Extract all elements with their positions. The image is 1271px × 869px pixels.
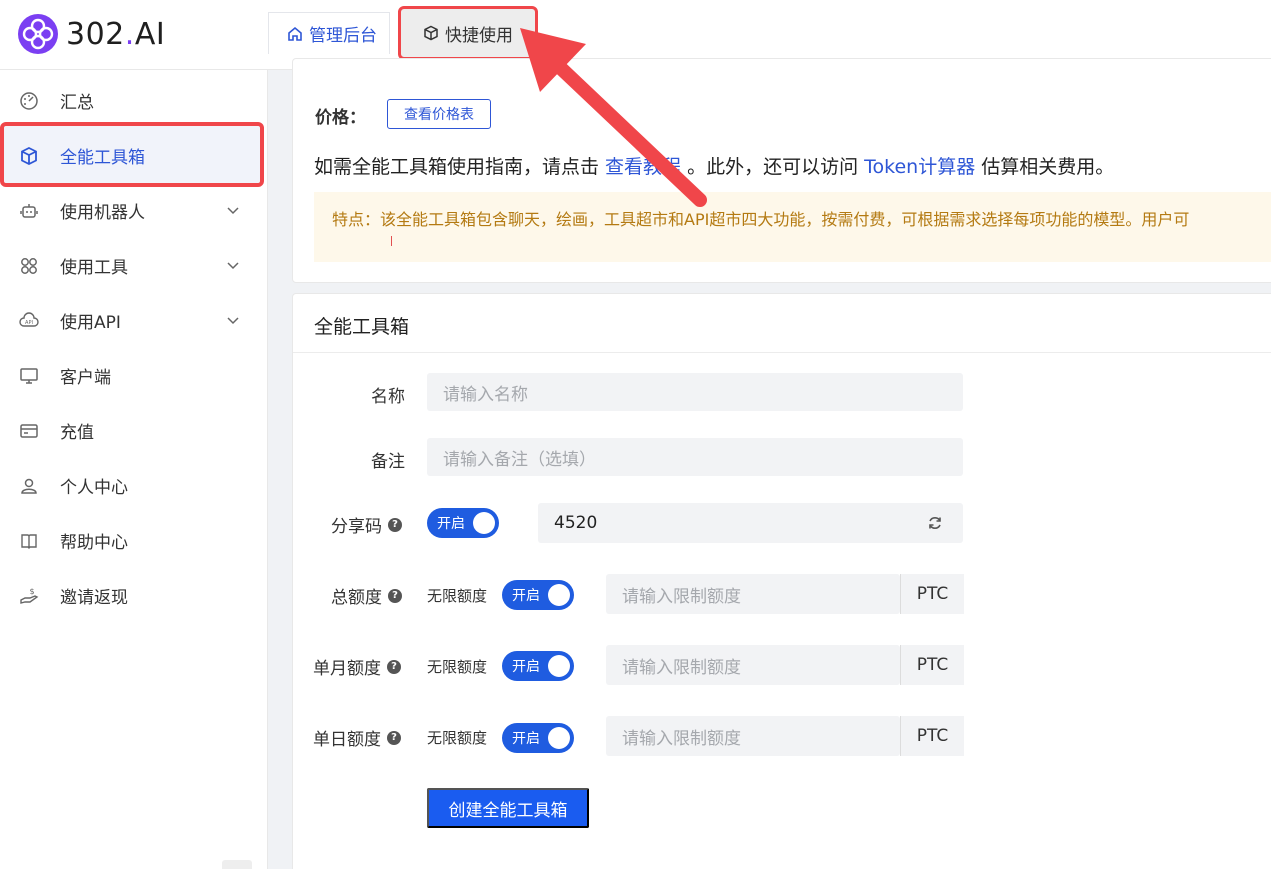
chevron-down-icon (227, 207, 239, 215)
svg-text:$: $ (29, 587, 34, 596)
name-input[interactable]: 请输入名称 (427, 373, 963, 411)
daily-quota-label: 单日额度? (313, 725, 401, 750)
sidebar-item-label: 汇总 (60, 93, 94, 113)
share-code-switch[interactable]: 开启 (427, 508, 499, 538)
monthly-quota-label: 单月额度? (313, 654, 401, 679)
sidebar-scrollbar[interactable] (222, 860, 252, 869)
logo[interactable]: 302.AI (16, 12, 165, 56)
tutorial-link[interactable]: 查看教程 (605, 156, 681, 178)
switch-knob (548, 584, 570, 606)
toolbox-form-card: 全能工具箱 名称 请输入名称 备注 请输入备注（选填） 分享码? 开启 4520… (292, 293, 1271, 869)
info-card: 价格： 查看价格表 如需全能工具箱使用指南，请点击 查看教程 。此外，还可以访问… (292, 58, 1271, 283)
name-label: 名称 (371, 387, 405, 407)
api-cloud-icon: API (18, 310, 40, 332)
top-tabs: 管理后台 快捷使用 (268, 6, 538, 60)
sidebar-item-summary[interactable]: 汇总 (0, 73, 268, 128)
sidebar-item-label: 使用机器人 (60, 203, 145, 223)
refresh-icon[interactable] (927, 515, 943, 531)
chevron-down-icon (227, 317, 239, 325)
card-icon (18, 420, 40, 442)
total-unlimited-switch[interactable]: 开启 (502, 580, 574, 610)
help-icon[interactable]: ? (388, 588, 402, 603)
monthly-quota-unit: PTC (900, 645, 964, 685)
monthly-quota-input[interactable]: 请输入限制额度 (606, 645, 900, 685)
sidebar-item-label: 邀请返现 (60, 588, 128, 608)
sidebar-item-client[interactable]: 客户端 (0, 348, 268, 403)
sidebar-item-label: 帮助中心 (60, 533, 128, 553)
switch-knob (548, 655, 570, 677)
feature-notice-text: 特点：该全能工具箱包含聊天，绘画，工具超市和API超市四大功能，按需付费，可根据… (332, 210, 1190, 229)
guide-text: 如需全能工具箱使用指南，请点击 查看教程 。此外，还可以访问 Token计算器 … (314, 156, 1115, 178)
switch-label: 开启 (512, 731, 540, 747)
cube-icon (424, 25, 438, 41)
help-icon[interactable]: ? (387, 659, 401, 674)
chevron-down-icon (227, 262, 239, 270)
hand-money-icon: $ (18, 585, 40, 607)
share-code-value: 4520 (554, 513, 598, 533)
tab-quick-use-label: 快捷使用 (445, 25, 513, 46)
cube-icon (18, 145, 40, 167)
daily-quota-unit: PTC (900, 716, 964, 756)
tab-admin[interactable]: 管理后台 (268, 12, 390, 54)
token-calculator-link[interactable]: Token计算器 (864, 156, 975, 178)
form-title: 全能工具箱 (314, 316, 410, 338)
total-quota-input[interactable]: 请输入限制额度 (606, 574, 900, 614)
share-code-input[interactable]: 4520 (538, 503, 963, 543)
sidebar-item-profile[interactable]: 个人中心 (0, 458, 268, 513)
sidebar-item-label: 个人中心 (60, 478, 128, 498)
switch-label: 开启 (512, 588, 540, 604)
switch-label: 开启 (437, 516, 465, 532)
monitor-icon (18, 365, 40, 387)
sidebar-item-invite[interactable]: $ 邀请返现 (0, 568, 268, 623)
switch-label: 开启 (512, 659, 540, 675)
total-quota-label: 总额度? (331, 583, 402, 608)
switch-knob (548, 727, 570, 749)
note-label: 备注 (371, 452, 405, 472)
daily-quota-input[interactable]: 请输入限制额度 (606, 716, 900, 756)
sidebar-item-toolbox[interactable]: 全能工具箱 (0, 128, 268, 183)
create-toolbox-button[interactable]: 创建全能工具箱 (427, 788, 589, 828)
brand-name: 302.AI (66, 16, 166, 52)
feature-notice: 特点：该全能工具箱包含聊天，绘画，工具超市和API超市四大功能，按需付费，可根据… (314, 192, 1271, 262)
clipped-button[interactable] (549, 59, 615, 73)
sidebar-item-robot[interactable]: 使用机器人 (0, 183, 268, 238)
total-quota-unit: PTC (900, 574, 964, 614)
home-icon (288, 26, 302, 41)
svg-text:API: API (25, 320, 33, 326)
daily-unlimited-switch[interactable]: 开启 (502, 723, 574, 753)
price-label: 价格： (315, 108, 366, 128)
robot-icon (18, 200, 40, 222)
book-icon (18, 530, 40, 552)
text-caret (391, 236, 392, 246)
sidebar-item-label: 充值 (60, 423, 94, 443)
view-price-table-button[interactable]: 查看价格表 (387, 99, 491, 129)
sidebar-item-label: 全能工具箱 (60, 148, 145, 168)
dashboard-icon (18, 90, 40, 112)
sidebar-item-recharge[interactable]: 充值 (0, 403, 268, 458)
help-icon[interactable]: ? (387, 730, 401, 745)
monthly-unlimited-switch[interactable]: 开启 (502, 651, 574, 681)
sidebar-item-tools[interactable]: 使用工具 (0, 238, 268, 293)
user-icon (18, 475, 40, 497)
note-input[interactable]: 请输入备注（选填） (427, 438, 963, 476)
tab-admin-label: 管理后台 (309, 26, 377, 46)
unlimited-label: 无限额度 (427, 729, 488, 747)
unlimited-label: 无限额度 (427, 587, 488, 605)
share-code-label: 分享码? (331, 512, 402, 537)
sidebar-item-label: 使用工具 (60, 258, 128, 278)
sidebar-item-help[interactable]: 帮助中心 (0, 513, 268, 568)
sidebar-item-label: 客户端 (60, 368, 111, 388)
logo-icon (18, 14, 58, 54)
unlimited-label: 无限额度 (427, 658, 488, 676)
help-icon[interactable]: ? (388, 517, 402, 532)
clipped-row (315, 59, 615, 73)
sidebar-item-label: 使用API (60, 313, 121, 333)
sidebar-item-api[interactable]: API 使用API (0, 293, 268, 348)
switch-knob (473, 512, 495, 534)
sidebar: 汇总 全能工具箱 使用机器人 使用工具 API 使用API 客户端 充值 个人中… (0, 70, 268, 869)
divider (293, 352, 1271, 353)
apps-icon (18, 255, 40, 277)
tab-quick-use[interactable]: 快捷使用 (398, 6, 538, 60)
